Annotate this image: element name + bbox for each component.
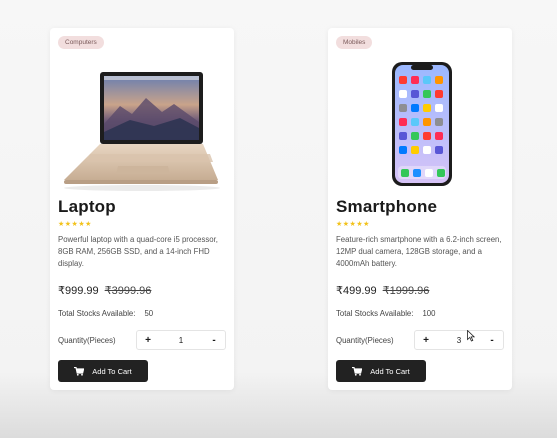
add-to-cart-button[interactable]: Add To Cart	[336, 360, 426, 382]
laptop-image	[50, 62, 234, 212]
app-icon	[435, 132, 443, 140]
stock-label: Total Stocks Available:	[58, 309, 136, 318]
add-to-cart-label: Add To Cart	[92, 366, 132, 376]
price: ₹999.99 ₹3999.96	[58, 284, 151, 297]
app-icon	[399, 146, 407, 154]
app-icon	[399, 104, 407, 112]
app-icon	[411, 118, 419, 126]
cart-icon	[74, 366, 85, 376]
app-icon	[411, 90, 419, 98]
app-icon	[435, 104, 443, 112]
app-icon	[399, 132, 407, 140]
increment-button[interactable]: +	[415, 335, 437, 346]
app-icon	[423, 118, 431, 126]
app-icon	[435, 90, 443, 98]
stock-info: Total Stocks Available: 100	[336, 309, 435, 318]
product-description: Powerful laptop with a quad-core i5 proc…	[58, 235, 218, 268]
current-price: ₹999.99	[58, 285, 99, 297]
quantity-stepper: + 3 -	[414, 330, 504, 350]
current-price: ₹499.99	[336, 285, 377, 297]
product-title: Laptop	[58, 197, 116, 216]
smartphone-image	[328, 62, 512, 212]
decrement-button[interactable]: -	[203, 335, 225, 346]
add-to-cart-button[interactable]: Add To Cart	[58, 360, 148, 382]
add-to-cart-label: Add To Cart	[370, 366, 410, 376]
stock-value: 50	[144, 309, 154, 318]
app-icon	[399, 118, 407, 126]
app-icon	[435, 146, 443, 154]
app-icon	[435, 118, 443, 126]
stock-label: Total Stocks Available:	[336, 309, 414, 318]
product-description: Feature-rich smartphone with a 6.2-inch …	[336, 235, 502, 268]
app-icon	[411, 104, 419, 112]
category-badge: Mobiles	[336, 36, 373, 49]
rating-stars: ★★★★★	[58, 221, 92, 228]
app-icon	[423, 90, 431, 98]
product-card-laptop: Computers Laptop ★★★★★ Powerful laptop w…	[50, 28, 234, 390]
quantity-stepper: + 1 -	[136, 330, 226, 350]
price: ₹499.99 ₹1999.96	[336, 284, 429, 297]
decrement-button[interactable]: -	[481, 335, 503, 346]
app-icon	[423, 146, 431, 154]
stock-info: Total Stocks Available: 50	[58, 309, 153, 318]
quantity-value: 1	[178, 335, 184, 345]
quantity-label: Quantity(Pieces)	[336, 336, 394, 345]
quantity-label: Quantity(Pieces)	[58, 336, 116, 345]
app-icon	[399, 90, 407, 98]
product-title: Smartphone	[336, 197, 438, 216]
app-icon	[411, 146, 419, 154]
mouse-cursor-icon	[467, 330, 475, 342]
stock-value: 100	[422, 309, 436, 318]
app-icon	[399, 76, 407, 84]
app-icon	[435, 76, 443, 84]
category-badge: Computers	[58, 36, 104, 49]
original-price: ₹3999.96	[104, 285, 152, 297]
app-icon	[423, 132, 431, 140]
product-card-smartphone: Mobiles Smartphone ★★★★★ Feature-rich sm…	[328, 28, 512, 390]
app-icon	[423, 76, 431, 84]
app-icon	[411, 76, 419, 84]
app-icon	[411, 132, 419, 140]
app-icon	[423, 104, 431, 112]
original-price: ₹1999.96	[382, 285, 430, 297]
cart-icon	[352, 366, 363, 376]
rating-stars: ★★★★★	[336, 221, 370, 228]
increment-button[interactable]: +	[137, 335, 159, 346]
